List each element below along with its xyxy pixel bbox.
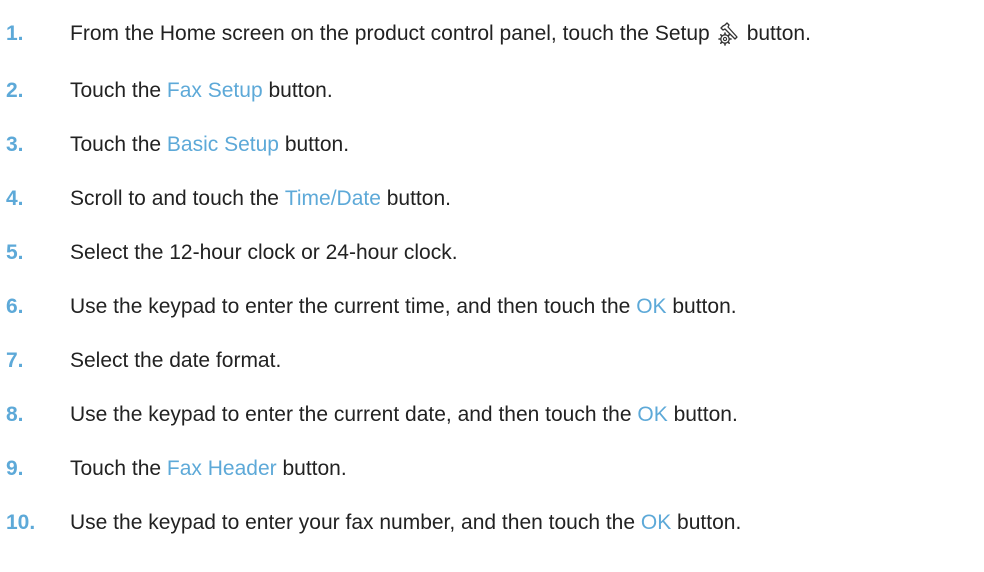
step-text: Touch the Fax Header button. [70,457,347,481]
step-text-part: button. [276,457,347,480]
step-text-part: Select the 12-hour clock or 24-hour cloc… [70,241,458,264]
step-text-part: Touch the [70,133,167,156]
step-text-part: Use the keypad to enter your fax number,… [70,511,641,534]
step-text-part: button. [671,511,742,534]
step-number: 2. [6,79,24,102]
step-text-part: button. [666,295,737,318]
step-text-part: button. [262,79,333,102]
step-text: Select the date format. [70,349,281,373]
step-text: Scroll to and touch the Time/Date button… [70,187,451,211]
step-text: Use the keypad to enter your fax number,… [70,511,741,535]
ok-label: OK [636,295,667,318]
step-text-part: From the Home screen on the product cont… [70,22,710,45]
step-number: 9. [6,457,24,480]
step-text: Touch the Fax Setup button. [70,79,333,103]
fax-setup-label: Fax Setup [166,79,263,102]
step-number: 5. [6,241,24,264]
fax-header-label: Fax Header [166,457,277,480]
step-text-part: Touch the [70,79,167,102]
instruction-steps: 1. From the Home screen on the product c… [0,0,984,572]
step-number: 1. [6,22,24,45]
step-text: Use the keypad to enter the current date… [70,403,738,427]
step-text-part: button. [746,22,811,45]
step-text: From the Home screen on the product cont… [70,21,811,47]
setup-wrench-gear-icon [717,22,738,46]
step-text-part: Scroll to and touch the [70,187,285,210]
step-text: Touch the Basic Setup button. [70,133,349,157]
step-text-part: button. [278,133,350,156]
time-date-label: Time/Date [284,187,381,210]
step-number: 4. [6,187,24,210]
step-number: 8. [6,403,24,426]
step-number: 6. [6,295,24,318]
step-text-part: button. [667,403,738,426]
basic-setup-label: Basic Setup [166,133,279,156]
step-text-part: Select the date format. [70,349,282,372]
step-number: 3. [6,133,24,156]
step-number: 7. [6,349,24,372]
ok-label: OK [640,511,672,534]
step-text-part: Use the keypad to enter the current time… [70,295,637,318]
step-number: 10. [6,511,36,534]
step-text-part: Touch the [70,457,167,480]
step-text-part: button. [380,187,451,210]
step-text: Select the 12-hour clock or 24-hour cloc… [70,241,458,265]
step-text-part: Use the keypad to enter the current date… [70,403,638,426]
ok-label: OK [637,403,668,426]
step-text: Use the keypad to enter the current time… [70,295,737,319]
